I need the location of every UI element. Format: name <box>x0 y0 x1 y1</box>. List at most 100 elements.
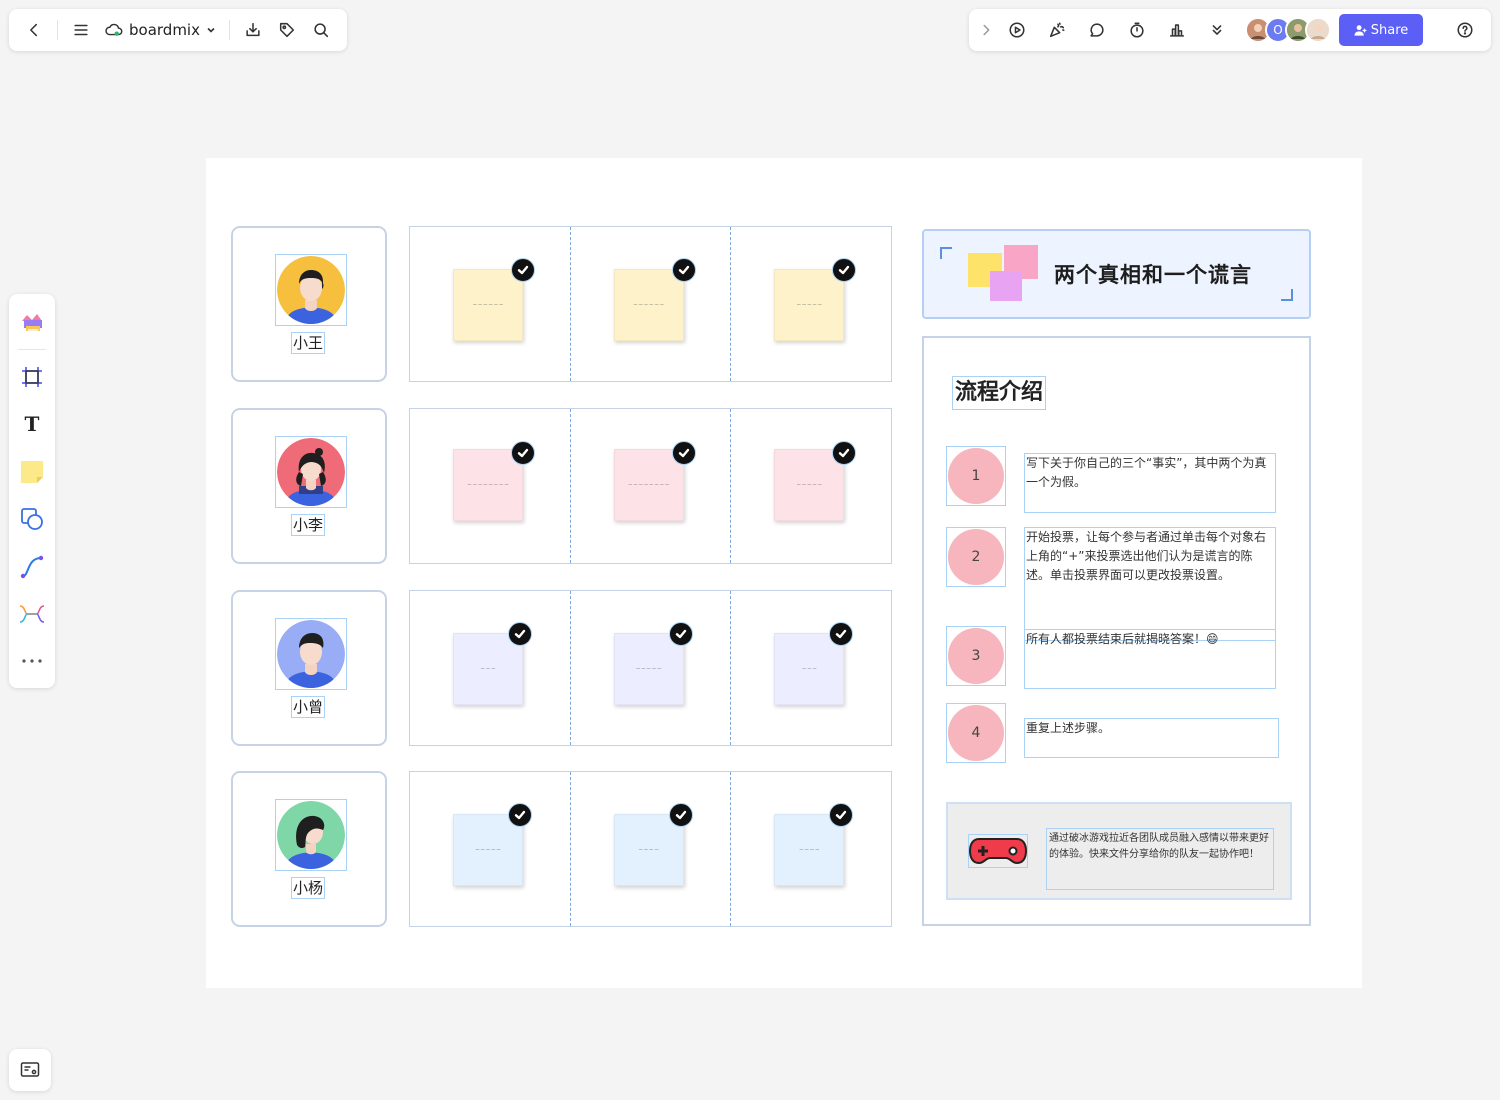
vote-cell[interactable]: — — — — — <box>731 409 891 563</box>
comment-button[interactable] <box>1077 13 1117 47</box>
vote-check-button[interactable] <box>508 803 532 827</box>
sticky-note[interactable]: — — — — — <box>774 269 845 341</box>
templates-tool[interactable] <box>14 302 50 343</box>
document-name: boardmix <box>129 21 200 39</box>
vote-cell[interactable]: — — — — — <box>410 772 571 926</box>
game-title-card[interactable]: 两个真相和一个谎言 <box>922 229 1311 319</box>
sticky-note[interactable]: — — — — — — <box>453 269 523 341</box>
game-title: 两个真相和一个谎言 <box>1054 263 1252 287</box>
process-card[interactable]: 流程介绍 1 写下关于你自己的三个“事实”，其中两个为真一个为假。 2 开始投票… <box>922 336 1311 926</box>
sticky-notes-illustration-icon <box>968 245 1038 301</box>
main-menu-button[interactable] <box>64 13 98 47</box>
checkmark-icon <box>839 448 850 458</box>
vote-check-button[interactable] <box>511 258 535 282</box>
more-tools-button[interactable] <box>1197 13 1237 47</box>
step-number[interactable]: 2 <box>946 527 1006 587</box>
celebrate-button[interactable] <box>1037 13 1077 47</box>
document-name-dropdown[interactable]: boardmix <box>98 21 223 39</box>
vote-cell[interactable]: — — — — — — — — <box>571 409 732 563</box>
menu-icon <box>74 24 88 36</box>
play-icon <box>1009 22 1025 38</box>
vote-check-button[interactable] <box>671 441 696 465</box>
minimap-icon <box>20 1062 40 1077</box>
step-text[interactable]: 写下关于你自己的三个“事实”，其中两个为真一个为假。 <box>1024 453 1276 513</box>
checkmark-icon <box>675 629 686 639</box>
tag-icon <box>279 22 295 38</box>
vote-check-button[interactable] <box>511 441 535 465</box>
vote-check-button[interactable] <box>671 258 696 282</box>
collaborator-avatars[interactable]: O <box>1245 17 1331 43</box>
vote-cell[interactable]: — — — <box>731 591 891 745</box>
vote-cell[interactable]: — — — <box>410 591 571 745</box>
help-button[interactable] <box>1445 13 1485 47</box>
participant-card[interactable]: 小曾 <box>231 590 387 746</box>
sticky-text: — — — — — — — — <box>628 482 670 487</box>
vote-check-button[interactable] <box>668 622 693 646</box>
step-number[interactable]: 4 <box>946 703 1006 763</box>
vote-check-button[interactable] <box>832 258 857 282</box>
collapse-toolbar-button[interactable] <box>975 13 997 47</box>
vote-row: — — — — — — — — — — — — — — — — — — — — … <box>409 408 892 564</box>
vote-cell[interactable]: — — — — — <box>571 591 732 745</box>
vote-cell[interactable]: — — — — <box>571 772 732 926</box>
frame-tool[interactable] <box>14 356 50 397</box>
participant-card[interactable]: 小李 <box>231 408 387 564</box>
frame-icon <box>22 367 42 388</box>
vote-cell[interactable]: — — — — — <box>731 227 891 381</box>
search-button[interactable] <box>304 13 338 47</box>
more-tools-button[interactable] <box>14 641 50 682</box>
templates-icon <box>22 313 42 332</box>
vote-check-button[interactable] <box>829 803 854 827</box>
vote-check-button[interactable] <box>832 441 857 465</box>
step-text[interactable]: 开始投票，让每个参与者通过单击每个对象右上角的“+”来投票选出他们认为是谎言的陈… <box>1024 527 1276 641</box>
share-button[interactable]: Share <box>1339 14 1423 46</box>
step-text[interactable]: 所有人都投票结束后就揭晓答案！😄 <box>1024 629 1276 689</box>
minimap-button[interactable] <box>9 1049 51 1091</box>
vote-button[interactable] <box>1157 13 1197 47</box>
add-user-icon <box>1354 24 1367 36</box>
vote-check-button[interactable] <box>508 622 532 646</box>
vote-cell[interactable]: — — — — — — <box>410 227 571 381</box>
collaborator-avatar[interactable] <box>1305 17 1331 43</box>
avatar-frame[interactable] <box>275 618 347 690</box>
tag-button[interactable] <box>270 13 304 47</box>
double-chevron-down-icon <box>1212 25 1222 35</box>
avatar <box>277 801 345 869</box>
checkmark-icon <box>678 265 689 275</box>
left-tool-panel: T <box>9 294 55 688</box>
sticky-note-tool[interactable] <box>14 451 50 492</box>
tip-card[interactable]: 通过破冰游戏拉近各团队成员融入感情以带来更好的体验。快来文件分享给你的队友一起协… <box>946 802 1292 900</box>
comment-icon <box>1090 23 1104 37</box>
sticky-text: — — — — — <box>796 482 822 487</box>
avatar-frame[interactable] <box>275 254 347 326</box>
vote-cell[interactable]: — — — — — — <box>571 227 732 381</box>
text-tool[interactable]: T <box>14 404 50 445</box>
vote-cell[interactable]: — — — — <box>731 772 891 926</box>
step-number[interactable]: 1 <box>946 446 1006 506</box>
participant-card[interactable]: 小王 <box>231 226 387 382</box>
top-right-toolbar: O Share <box>969 9 1491 51</box>
sticky-note[interactable]: — — — — — — <box>613 269 684 341</box>
mindmap-tool[interactable] <box>14 593 50 634</box>
divider <box>228 20 230 40</box>
step-text[interactable]: 重复上述步骤。 <box>1024 718 1279 758</box>
timer-button[interactable] <box>1117 13 1157 47</box>
download-button[interactable] <box>236 13 270 47</box>
more-dots-icon <box>22 659 42 663</box>
step-number[interactable]: 3 <box>946 626 1006 686</box>
connector-tool[interactable] <box>14 546 50 587</box>
back-button[interactable] <box>17 13 51 47</box>
step-number-label: 2 <box>948 529 1004 585</box>
vote-check-button[interactable] <box>668 803 693 827</box>
participant-card[interactable]: 小杨 <box>231 771 387 927</box>
avatar-frame[interactable] <box>275 799 347 871</box>
board-canvas[interactable]: 小王 小李 小曾 小杨 — — — — — — — — — — — — — — … <box>206 158 1362 988</box>
vote-check-button[interactable] <box>829 622 854 646</box>
checkmark-icon <box>675 810 686 820</box>
sticky-note-icon <box>21 460 43 483</box>
avatar-frame[interactable] <box>275 436 347 508</box>
shape-tool[interactable] <box>14 498 50 539</box>
vote-cell[interactable]: — — — — — — — — <box>410 409 571 563</box>
present-button[interactable] <box>997 13 1037 47</box>
checkmark-icon <box>678 448 689 458</box>
